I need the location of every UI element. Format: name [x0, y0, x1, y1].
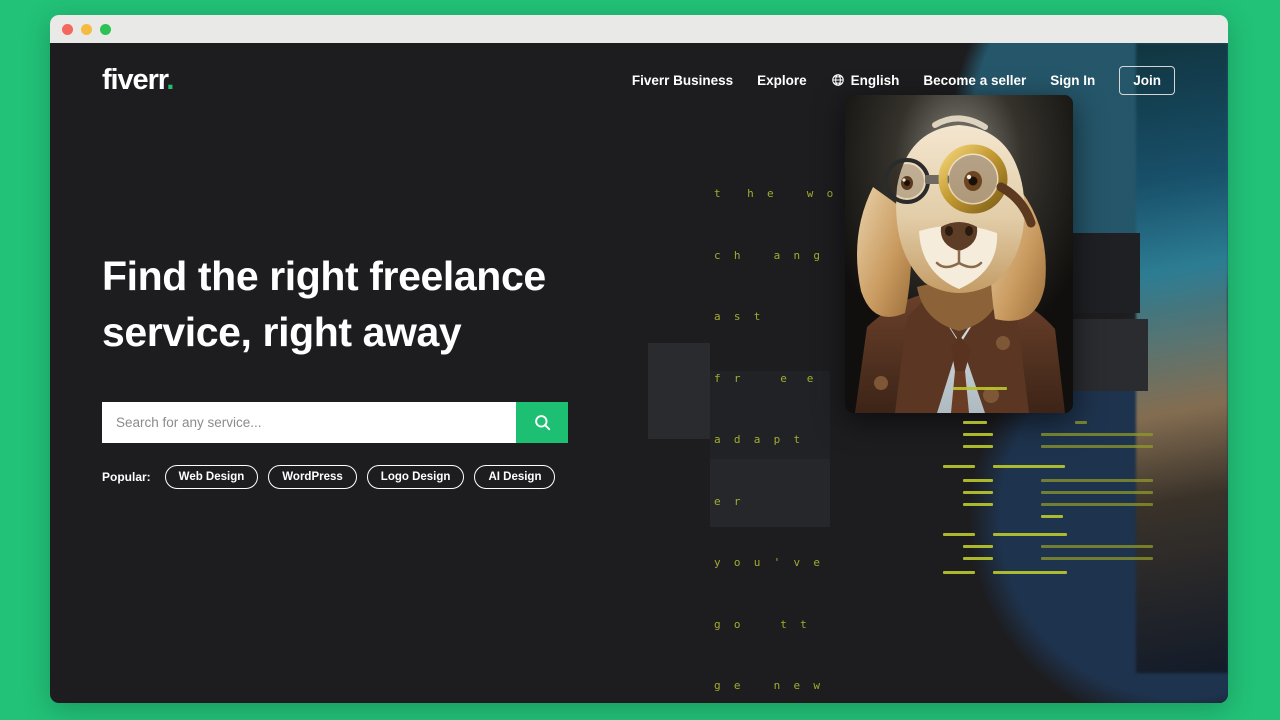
code-bar	[963, 545, 993, 548]
maximize-window-button[interactable]	[100, 23, 111, 35]
site-header: fiverr. Fiverr Business Explore English	[50, 43, 1228, 117]
page-viewport: t h e w o r l d i s c h a n g i n g . f …	[50, 43, 1228, 703]
code-bar	[963, 491, 993, 494]
hero-section: Find the right freelance service, right …	[102, 248, 662, 490]
code-bar	[943, 465, 975, 468]
browser-titlebar	[50, 15, 1228, 43]
browser-window: t h e w o r l d i s c h a n g i n g . f …	[50, 15, 1228, 703]
logo-dot: .	[166, 63, 174, 96]
search-bar	[102, 402, 568, 444]
join-button[interactable]: Join	[1119, 65, 1175, 95]
fiverr-logo[interactable]: fiverr.	[102, 63, 174, 97]
code-bar	[963, 479, 993, 482]
code-bar	[1041, 515, 1063, 518]
popular-label: Popular:	[102, 470, 151, 485]
matrix-row: g o t t	[714, 617, 807, 631]
nav-explore[interactable]: Explore	[757, 73, 807, 88]
code-bar	[993, 571, 1067, 574]
code-bar	[943, 533, 975, 536]
code-bar	[953, 387, 1007, 390]
code-bar	[1041, 479, 1153, 482]
primary-nav: Fiverr Business Explore English Become a…	[632, 65, 1175, 95]
nav-language[interactable]: English	[831, 72, 900, 88]
search-icon	[534, 415, 550, 431]
code-bar	[1041, 503, 1153, 506]
mosaic-tile	[1070, 233, 1140, 313]
code-bar	[1041, 491, 1153, 494]
code-bar	[1041, 433, 1153, 436]
headline-line-2: service, right away	[102, 309, 462, 356]
search-input[interactable]	[102, 402, 516, 444]
code-bar	[1041, 545, 1153, 548]
code-bar	[993, 465, 1065, 468]
page-title: Find the right freelance service, right …	[102, 248, 662, 360]
code-bar	[1075, 421, 1087, 424]
popular-tag-wordpress[interactable]: WordPress	[268, 465, 357, 490]
popular-tags: Popular: Web Design WordPress Logo Desig…	[102, 465, 662, 490]
code-bar	[963, 557, 993, 560]
logo-wordmark: fiverr	[102, 63, 167, 96]
code-bar	[963, 445, 993, 448]
code-bar	[963, 433, 993, 436]
code-bar	[993, 533, 1067, 536]
popular-tag-web-design[interactable]: Web Design	[164, 465, 259, 490]
hero-artwork: t h e w o r l d i s c h a n g i n g . f …	[618, 43, 1228, 703]
matrix-row: g e n e w	[714, 679, 820, 692]
code-bar	[943, 571, 975, 574]
code-bar	[1041, 445, 1153, 448]
nav-become-a-seller[interactable]: Become a seller	[923, 73, 1026, 88]
minimize-window-button[interactable]	[81, 23, 92, 35]
popular-tag-logo-design[interactable]: Logo Design	[366, 465, 465, 490]
code-bar	[1041, 557, 1153, 560]
headline-line-1: Find the right freelance	[102, 253, 546, 299]
close-window-button[interactable]	[62, 23, 73, 35]
nav-language-label: English	[850, 72, 900, 88]
popular-tag-ai-design[interactable]: AI Design	[474, 465, 556, 490]
search-button[interactable]	[516, 402, 568, 444]
nav-fiverr-business[interactable]: Fiverr Business	[632, 73, 733, 88]
page-root: t h e w o r l d i s c h a n g i n g . f …	[0, 0, 1280, 720]
code-bar	[963, 421, 987, 424]
code-bar	[963, 503, 993, 506]
nav-sign-in[interactable]: Sign In	[1050, 73, 1095, 88]
code-lines-decoration	[943, 363, 1223, 593]
globe-icon	[831, 74, 844, 86]
